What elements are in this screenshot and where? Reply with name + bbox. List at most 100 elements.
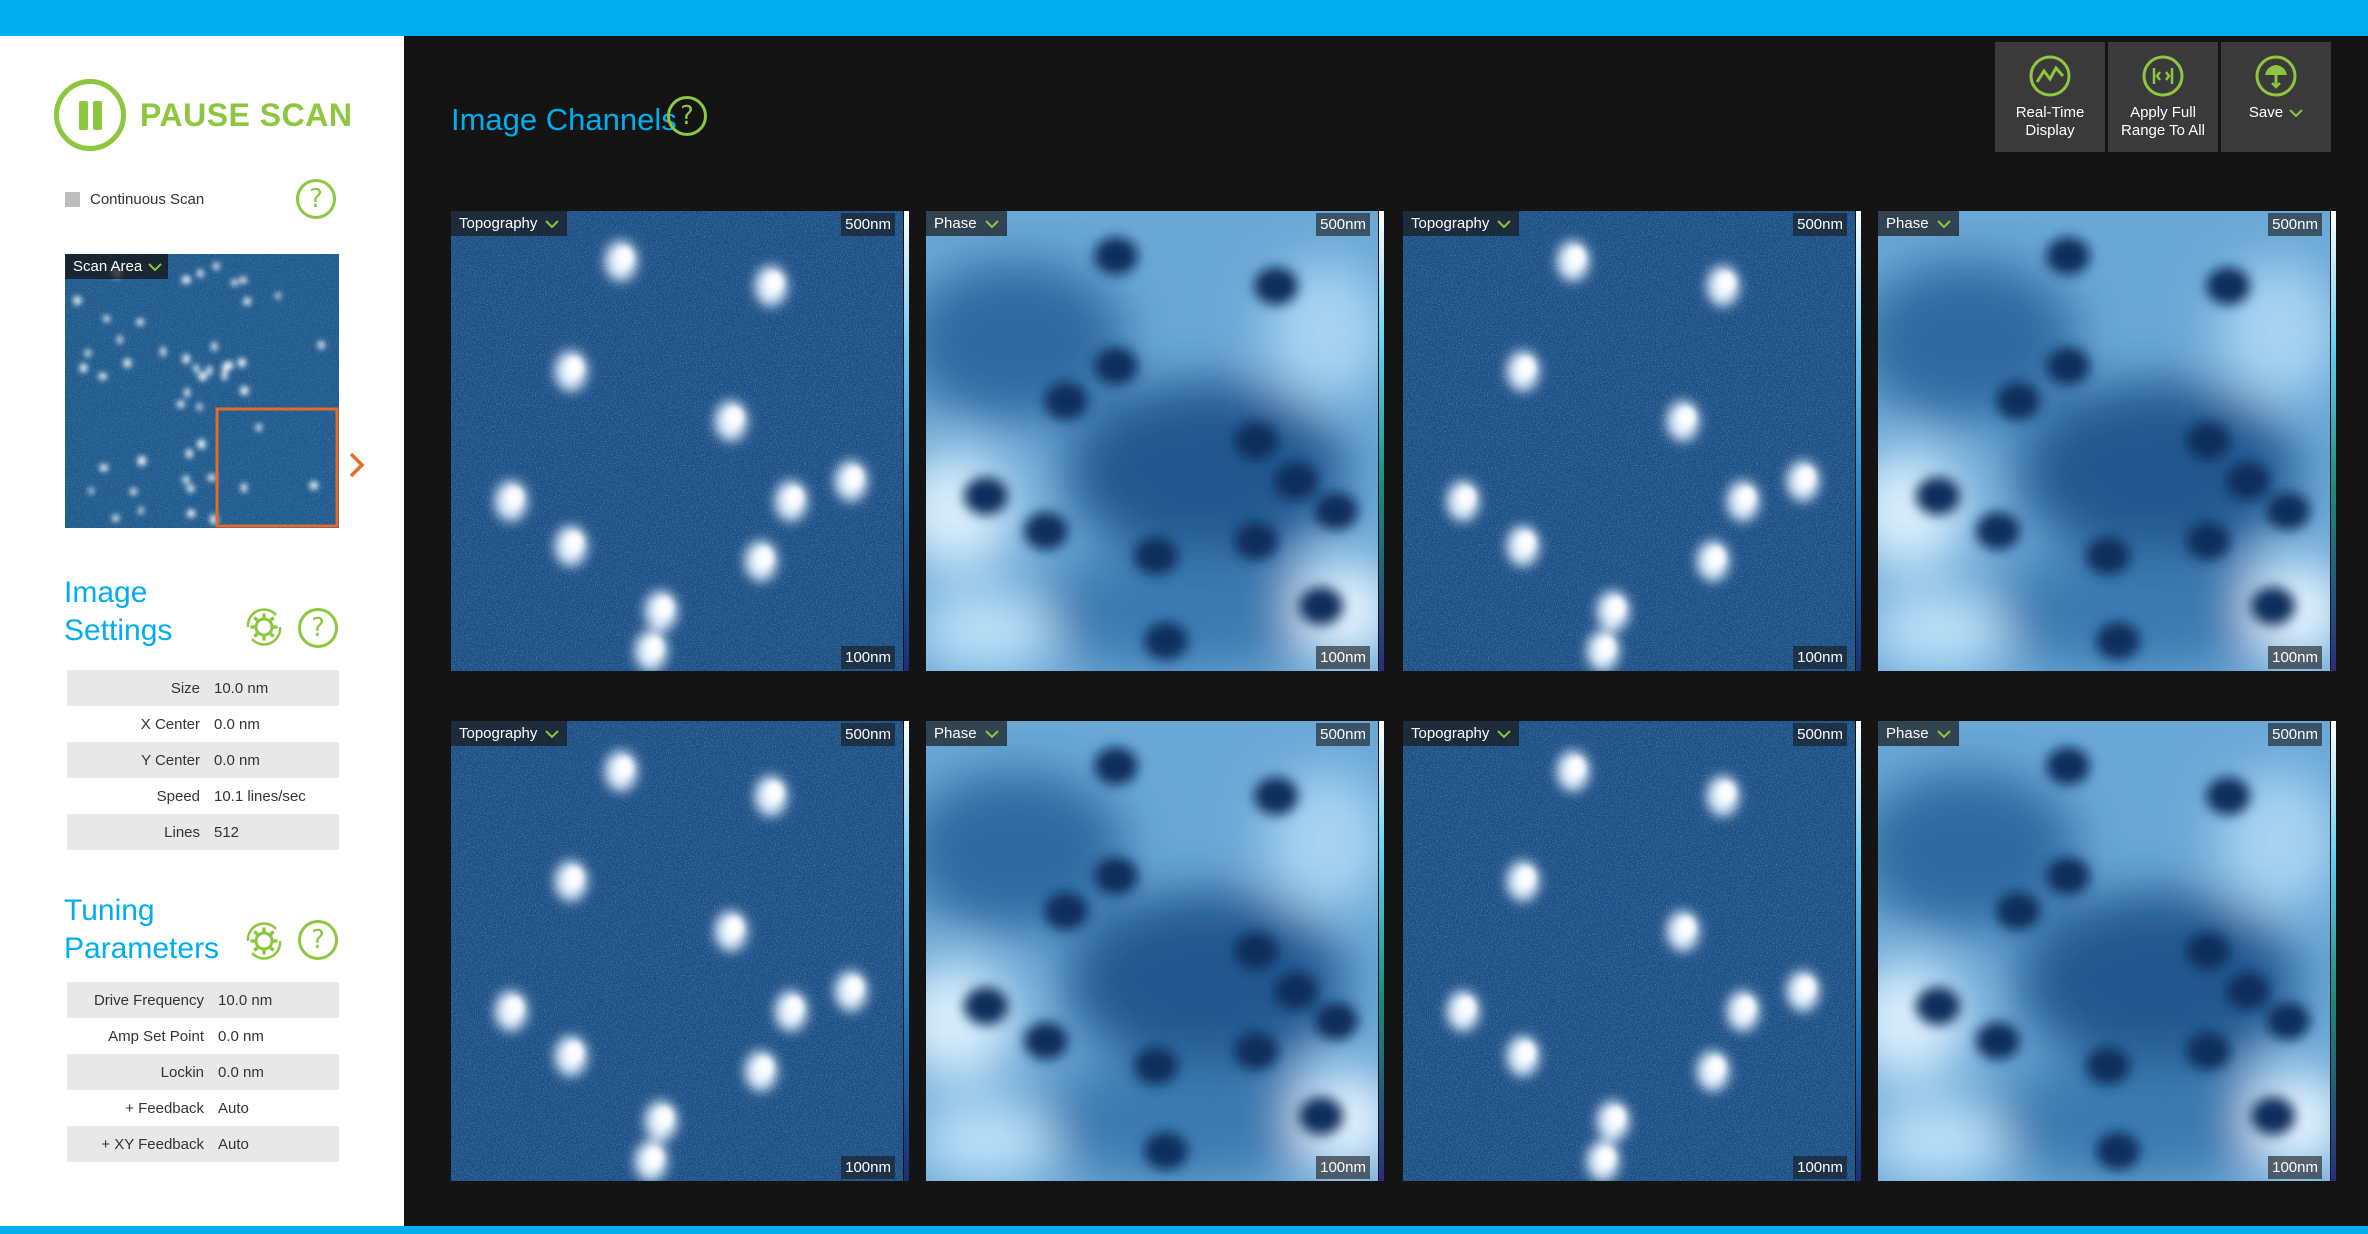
param-row[interactable]: Drive Frequency 10.0 nm — [67, 982, 339, 1018]
refresh-gear-icon[interactable] — [243, 606, 285, 648]
continuous-scan-label: Continuous Scan — [90, 191, 205, 208]
scan-area-dropdown[interactable]: Scan Area — [65, 254, 169, 279]
image-channels-help-icon[interactable]: ? — [667, 96, 707, 136]
param-row[interactable]: Amp Set Point 0.0 nm — [67, 1018, 339, 1054]
tuning-title-line2: Parameters — [64, 932, 220, 965]
scale-min-label: 100nm — [1316, 1156, 1370, 1179]
phase-channel-tile[interactable]: Phase 500nm 100nm — [926, 211, 1384, 671]
real-time-display-label: Real-Time Display — [2015, 104, 2085, 139]
color-scale-bar — [1856, 721, 1861, 1181]
param-row[interactable]: Lines 512 — [67, 814, 339, 850]
param-row[interactable]: Speed 10.1 lines/sec — [67, 778, 339, 814]
save-button[interactable]: Save — [2221, 42, 2331, 152]
param-value[interactable]: 0.0 nm — [214, 752, 260, 769]
channel-image[interactable] — [1878, 211, 2330, 671]
channel-type-dropdown[interactable]: Topography — [451, 721, 568, 746]
channel-image[interactable] — [451, 211, 903, 671]
image-settings-table: Size 10.0 nm X Center 0.0 nm Y Center 0.0 nm S… — [67, 670, 339, 850]
param-value[interactable]: 0.0 nm — [214, 716, 260, 733]
color-scale-bar — [2331, 721, 2336, 1181]
chevron-down-icon — [545, 219, 560, 228]
image-settings-help-icon[interactable]: ? — [298, 608, 338, 648]
channel-image[interactable] — [926, 211, 1378, 671]
param-value[interactable]: Auto — [218, 1136, 249, 1153]
color-scale-bar — [1856, 211, 1861, 671]
topography-channel-tile[interactable]: Topography 500nm 100nm — [451, 211, 909, 671]
pause-scan-label: PAUSE SCAN — [140, 96, 353, 133]
scan-area-preview[interactable]: Scan Area — [65, 254, 339, 528]
range-icon — [2142, 55, 2184, 97]
chevron-down-icon — [1936, 219, 1951, 228]
checkbox-box[interactable] — [65, 192, 80, 207]
param-label: Drive Frequency — [93, 991, 204, 1009]
param-value[interactable]: Auto — [218, 1100, 249, 1117]
chevron-down-icon — [545, 729, 560, 738]
topography-channel-tile[interactable]: Topography 500nm 100nm — [1403, 721, 1861, 1181]
param-label: Speed — [156, 787, 200, 805]
tuning-help-icon[interactable]: ? — [298, 920, 338, 960]
param-row[interactable]: + XY Feedback Auto — [67, 1126, 339, 1162]
chevron-right-icon[interactable] — [346, 450, 368, 480]
scale-max-label: 500nm — [1316, 213, 1370, 236]
param-value[interactable]: 10.0 nm — [218, 992, 272, 1009]
phase-channel-tile[interactable]: Phase 500nm 100nm — [1878, 211, 2336, 671]
channel-type-dropdown[interactable]: Phase — [926, 721, 1007, 746]
param-row[interactable]: Y Center 0.0 nm — [67, 742, 339, 778]
param-row[interactable]: Lockin 0.0 nm — [67, 1054, 339, 1090]
param-label: Y Center — [141, 751, 200, 769]
channel-type-dropdown[interactable]: Topography — [451, 211, 568, 236]
continuous-scan-help-icon[interactable]: ? — [296, 179, 336, 219]
param-value[interactable]: 0.0 nm — [218, 1064, 264, 1081]
pause-scan-button[interactable]: PAUSE SCAN — [54, 79, 352, 151]
image-settings-title-line2: Settings — [64, 614, 173, 647]
top-accent-bar — [0, 0, 2368, 36]
refresh-gear-icon[interactable] — [243, 920, 285, 962]
channel-image[interactable] — [1403, 211, 1855, 671]
image-settings-title: Image Settings — [64, 574, 172, 650]
chevron-down-icon — [1936, 729, 1951, 738]
chevron-down-icon — [984, 219, 999, 228]
topography-channel-tile[interactable]: Topography 500nm 100nm — [1403, 211, 1861, 671]
scan-area-image[interactable] — [65, 254, 339, 528]
param-row[interactable]: Size 10.0 nm — [67, 670, 339, 706]
continuous-scan-checkbox[interactable]: Continuous Scan — [65, 191, 204, 208]
tuning-parameters-table: Drive Frequency 10.0 nm Amp Set Point 0.0 n… — [67, 982, 339, 1162]
channel-image[interactable] — [451, 721, 903, 1181]
param-value[interactable]: 512 — [214, 824, 239, 841]
real-time-display-button[interactable]: Real-Time Display — [1995, 42, 2105, 152]
image-channels-title: Image Channels — [451, 102, 677, 137]
apply-full-range-label: Apply Full Range To All — [2121, 104, 2205, 139]
param-label: X Center — [140, 715, 200, 733]
realtime-icon — [2029, 55, 2071, 97]
phase-channel-tile[interactable]: Phase 500nm 100nm — [1878, 721, 2336, 1181]
param-label: + XY Feedback — [101, 1135, 204, 1153]
param-label: Size — [170, 679, 200, 697]
channel-type-dropdown[interactable]: Topography — [1403, 721, 1520, 746]
param-row[interactable]: X Center 0.0 nm — [67, 706, 339, 742]
channel-type-dropdown[interactable]: Phase — [1878, 721, 1959, 746]
param-value[interactable]: 0.0 nm — [218, 1028, 264, 1045]
pause-icon — [54, 79, 126, 151]
scale-max-label: 500nm — [841, 213, 895, 236]
color-scale-bar — [2331, 211, 2336, 671]
param-value[interactable]: 10.1 lines/sec — [214, 788, 306, 805]
scale-max-label: 500nm — [2268, 213, 2322, 236]
channel-type-label: Topography — [1411, 725, 1490, 742]
channel-type-dropdown[interactable]: Topography — [1403, 211, 1520, 236]
apply-full-range-button[interactable]: Apply Full Range To All — [2108, 42, 2218, 152]
channel-type-dropdown[interactable]: Phase — [1878, 211, 1959, 236]
param-value[interactable]: 10.0 nm — [214, 680, 268, 697]
bottom-accent-bar — [0, 1226, 2368, 1234]
topography-channel-tile[interactable]: Topography 500nm 100nm — [451, 721, 909, 1181]
channel-type-dropdown[interactable]: Phase — [926, 211, 1007, 236]
scale-min-label: 100nm — [1316, 646, 1370, 669]
param-label: Amp Set Point — [108, 1027, 204, 1045]
scan-area-label: Scan Area — [73, 258, 143, 275]
param-row[interactable]: + Feedback Auto — [67, 1090, 339, 1126]
save-label: Save — [2248, 104, 2284, 121]
channel-image[interactable] — [1878, 721, 2330, 1181]
channel-image[interactable] — [1403, 721, 1855, 1181]
phase-channel-tile[interactable]: Phase 500nm 100nm — [926, 721, 1384, 1181]
chevron-down-icon — [2289, 109, 2303, 118]
channel-image[interactable] — [926, 721, 1378, 1181]
